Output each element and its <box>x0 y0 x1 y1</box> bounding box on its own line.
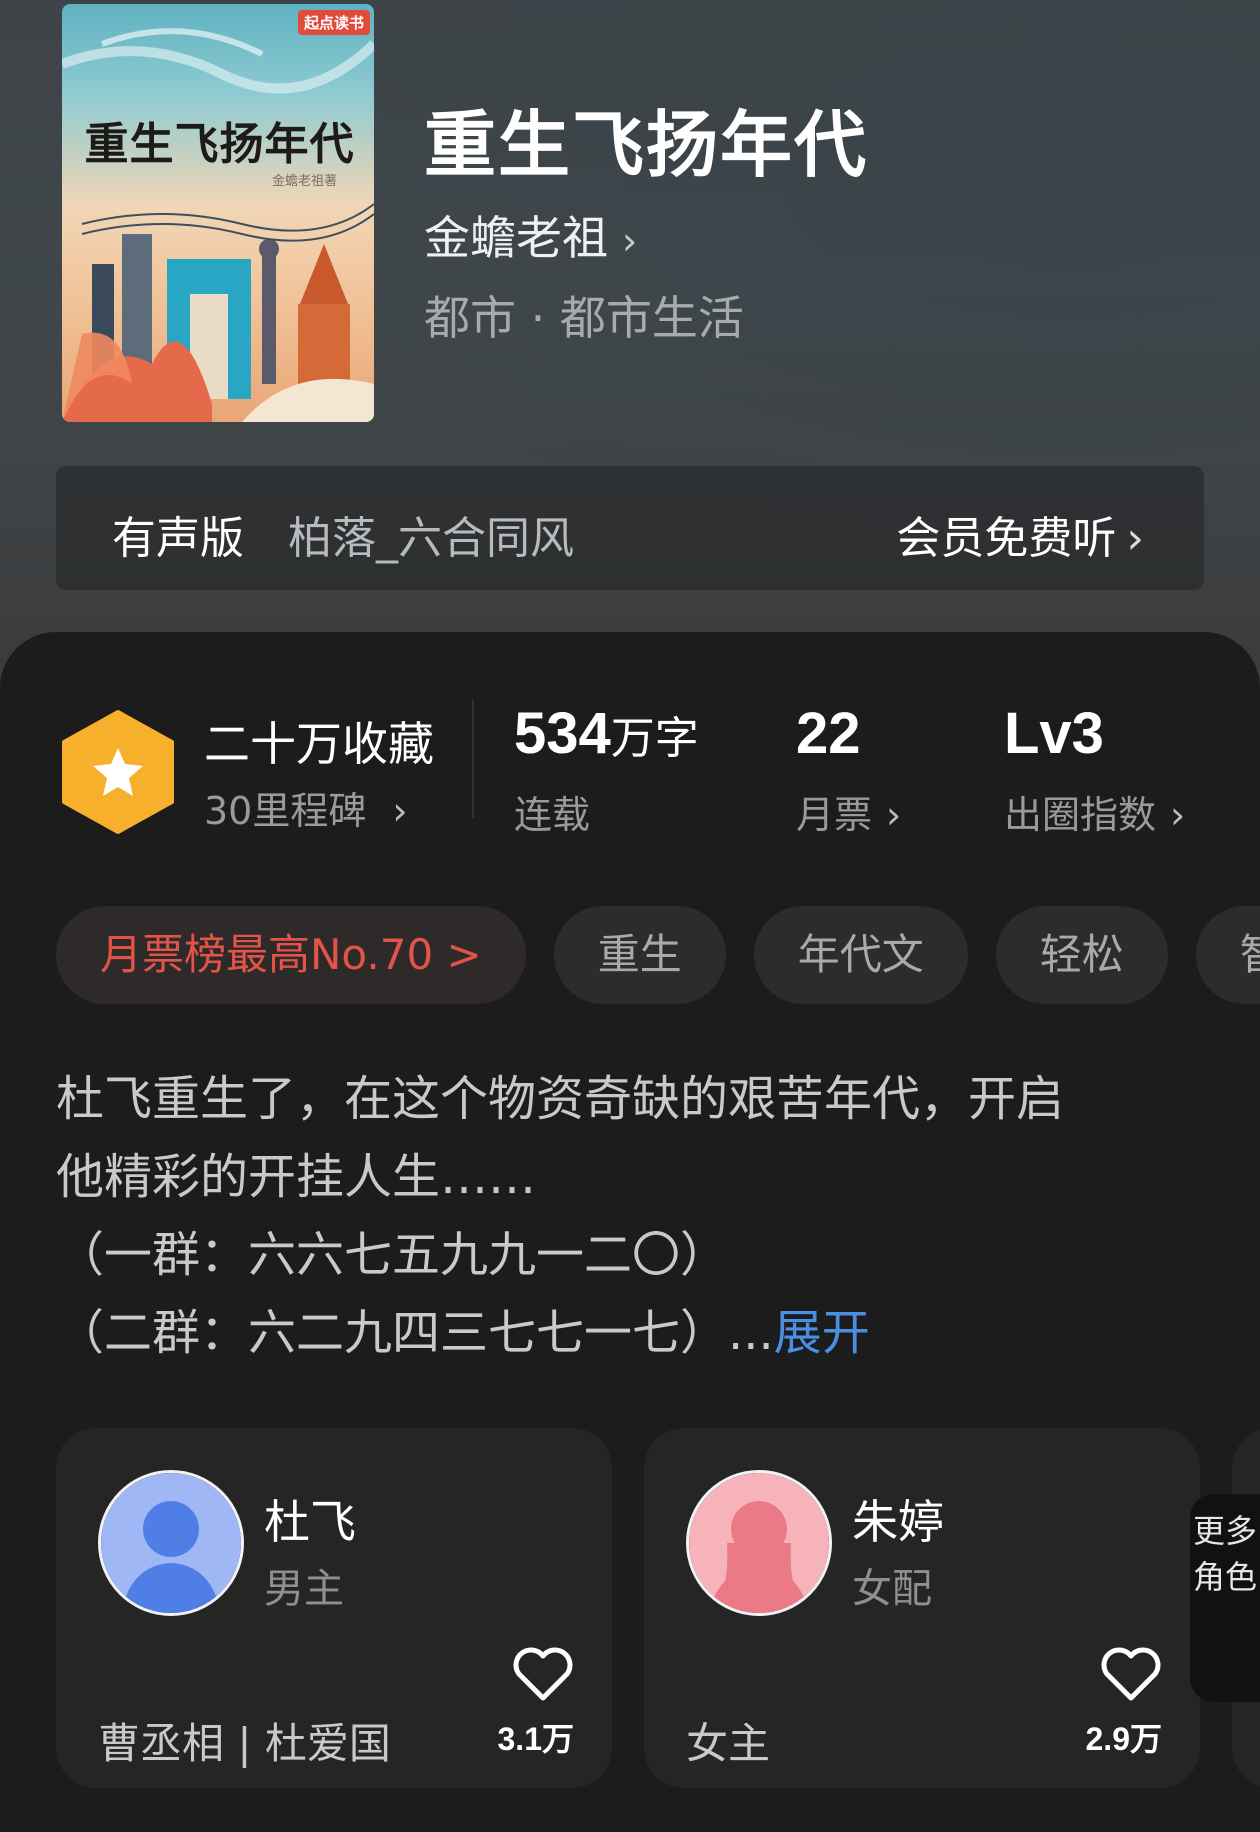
star-hexagon-icon <box>62 710 174 834</box>
popularity-index-link[interactable]: 出圈指数 › <box>1004 784 1185 839</box>
book-title: 重生飞扬年代 <box>424 102 869 187</box>
chevron-right-icon: › <box>622 219 638 263</box>
tag-chip[interactable]: 重生 <box>553 906 726 1004</box>
book-cover[interactable]: 起点读书 重生飞扬年代 金蟾老祖著 <box>62 4 374 422</box>
tag-chip[interactable]: 年代文 <box>753 906 968 1004</box>
character-card[interactable]: 杜飞 男主 3.1万 曹丞相 | 杜爱国 <box>56 1428 612 1788</box>
tag-list: 月票榜最高No.70 > 重生年代文轻松智商在线 <box>56 906 1260 1004</box>
listen-free-label: 会员免费听 <box>896 513 1117 564</box>
audio-version-bar[interactable]: 有声版 柏落_六合同风 会员免费听 › <box>56 466 1204 590</box>
milestone-label: 30里程碑 <box>204 789 367 833</box>
like-count: 2.9万 <box>1085 1721 1163 1757</box>
stats-divider <box>472 700 474 818</box>
chevron-right-icon: › <box>1170 793 1186 837</box>
word-count-number: 534 <box>514 701 611 766</box>
character-card[interactable]: 朱婷 女配 2.9万 女主 <box>644 1428 1200 1788</box>
monthly-tickets-link[interactable]: 月票 › <box>796 784 901 839</box>
character-role: 男主 <box>264 1566 344 1612</box>
listen-free-button[interactable]: 会员免费听 › <box>896 502 1144 566</box>
tag-chip[interactable]: 轻松 <box>995 906 1168 1004</box>
character-role: 女配 <box>852 1566 932 1612</box>
collection-milestone-title: 二十万收藏 <box>204 717 434 771</box>
chevron-right-icon: › <box>886 793 902 837</box>
character-name: 杜飞 <box>264 1495 356 1549</box>
synopsis-line: （一群：六六七五九九一二〇） <box>56 1227 729 1283</box>
audio-narrator: 柏落_六合同风 <box>288 513 574 564</box>
author-link[interactable]: 金蟾老祖 › <box>424 202 637 268</box>
heart-outline-icon[interactable] <box>512 1646 574 1702</box>
heart-outline-icon[interactable] <box>1100 1646 1162 1702</box>
expand-synopsis-link[interactable]: 展开 <box>774 1305 870 1361</box>
synopsis-line: 他精彩的开挂人生…… <box>56 1149 537 1205</box>
cover-illustration <box>62 28 374 422</box>
word-count-unit: 万字 <box>610 713 699 764</box>
cover-brand-badge: 起点读书 <box>297 10 370 35</box>
character-name: 朱婷 <box>852 1495 944 1549</box>
book-genre: 都市 · 都市生活 <box>424 291 744 345</box>
audio-label: 有声版 <box>112 513 244 564</box>
cover-author: 金蟾老祖著 <box>272 174 338 189</box>
serial-status: 连载 <box>514 793 591 837</box>
popularity-index-value: Lv3 <box>1004 701 1104 766</box>
cover-title: 重生飞扬年代 <box>84 119 355 170</box>
author-name: 金蟾老祖 <box>424 211 608 265</box>
synopsis-line: 杜飞重生了，在这个物资奇缺的艰苦年代，开启 <box>56 1071 1065 1127</box>
character-relations: 曹丞相 | 杜爱国 <box>98 1719 391 1768</box>
avatar <box>686 1470 832 1616</box>
milestone-link[interactable]: 30里程碑 › <box>204 780 408 835</box>
like-count: 3.1万 <box>497 1721 575 1757</box>
more-roles-button[interactable]: 更多角色 <box>1190 1494 1260 1702</box>
ranking-tag[interactable]: 月票榜最高No.70 > <box>56 906 526 1004</box>
chevron-right-icon: › <box>1126 513 1144 564</box>
tag-chip[interactable]: 智商在线 <box>1195 906 1260 1004</box>
monthly-tickets-value: 22 <box>796 701 861 766</box>
word-count-value: 534万字 <box>514 700 699 767</box>
avatar <box>98 1470 244 1616</box>
monthly-tickets-label: 月票 <box>796 793 873 837</box>
popularity-index-label: 出圈指数 <box>1004 793 1157 837</box>
character-relations: 女主 <box>686 1719 771 1768</box>
synopsis-line: （二群：六二九四三七七一七）... <box>56 1305 774 1361</box>
synopsis: 杜飞重生了，在这个物资奇缺的艰苦年代，开启 他精彩的开挂人生…… （一群：六六七… <box>56 1060 1206 1372</box>
chevron-right-icon: › <box>392 789 408 833</box>
